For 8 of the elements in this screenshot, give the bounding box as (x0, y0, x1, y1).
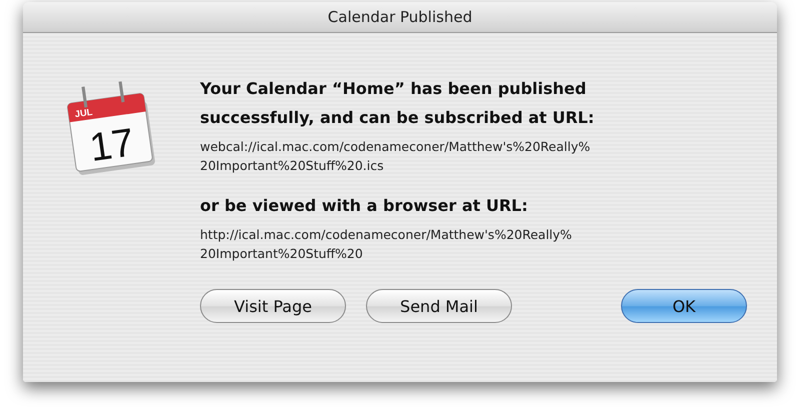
heading-text: Your Calendar “Home” has been published successfully, and can be subscribed at URL: (200, 78, 596, 129)
url-text: webcal://ical.mac.com/codenameconer/Matthew's%20Really% 20Important%20Stuff%20.ics (200, 138, 592, 175)
dialog-button[interactable]: Send Mail (366, 289, 512, 323)
dialog-button[interactable]: Visit Page (200, 289, 346, 323)
ok-button[interactable]: OK (621, 289, 747, 323)
heading-text: or be viewed with a browser at URL: (200, 195, 529, 217)
window-title: Calendar Published (328, 8, 472, 26)
url-text: http://ical.mac.com/codenameconer/Matthew's%20Really% 20Important%20Stuff%20 (200, 226, 573, 263)
